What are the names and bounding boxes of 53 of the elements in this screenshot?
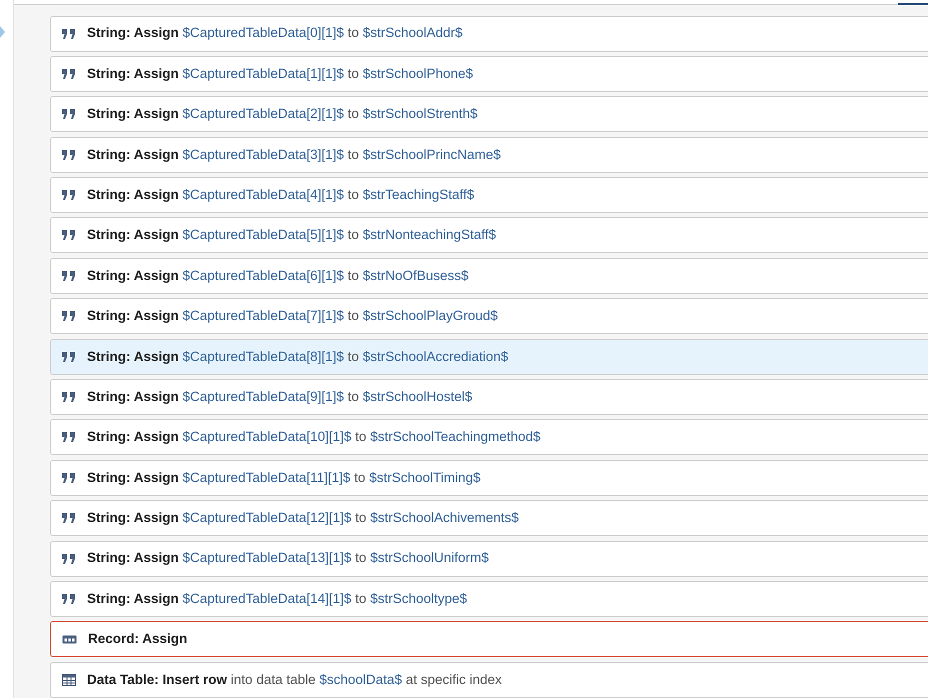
quote-icon: [62, 513, 76, 524]
step-text: String: Assign $CapturedTableData[7][1]$ to $strSchoolPlayGroud$: [87, 307, 498, 326]
step-text: String: Assign $CapturedTableData[10][1]$ to $strSchoolTeachingmethod$: [87, 428, 541, 446]
action-step[interactable]: String: Assign $CapturedTableData[14][1]$ to $strSchooltype$: [50, 580, 928, 617]
quote-icon: [62, 311, 76, 322]
tab-indicator: [898, 3, 928, 5]
step-text: String: Assign $CapturedTableData[9][1]$ to $strSchoolHostel$: [87, 388, 472, 406]
quote-icon: [62, 554, 76, 564]
action-step[interactable]: String: Assign $CapturedTableData[2][1]$ to $strSchoolStrenth$: [50, 96, 928, 132]
action-step[interactable]: String: Assign $CapturedTableData[8][1]$ to $strSchoolAccrediation$: [50, 338, 928, 375]
step-text: String: Assign $CapturedTableData[11][1]$ to $strSchoolTiming$: [87, 468, 480, 487]
step-text: String: Assign $CapturedTableData[5][1]$ to $strNonteachingStaff$: [87, 226, 496, 244]
quote-icon: [62, 28, 76, 38]
step-text: String: Assign $CapturedTableData[2][1]$ to $strSchoolStrenth$: [87, 105, 478, 124]
quote-icon: [62, 190, 76, 200]
action-step[interactable]: String: Assign $CapturedTableData[9][1]$ to $strSchoolHostel$: [50, 379, 928, 416]
quote-icon: [62, 392, 76, 402]
step-text: Data Table: Insert row into data table $schoolData$ at specific index: [87, 670, 502, 689]
quote-icon: [62, 432, 76, 442]
step-text: String: Assign $CapturedTableData[8][1]$ to $strSchoolAccrediation$: [87, 348, 508, 366]
quote-icon: [62, 594, 76, 604]
action-step[interactable]: String: Assign $CapturedTableData[0][1]$ to $strSchoolAddr$: [50, 16, 928, 52]
quote-icon: [62, 270, 76, 281]
action-step[interactable]: String: Assign $CapturedTableData[1][1]$ to $strSchoolPhone$: [50, 56, 928, 92]
step-text: String: Assign $CapturedTableData[6][1]$ to $strNoOfBusess$: [87, 266, 468, 285]
quote-icon: [62, 68, 76, 79]
action-step[interactable]: String: Assign $CapturedTableData[7][1]$ to $strSchoolPlayGroud$: [50, 298, 928, 334]
action-step[interactable]: String: Assign $CapturedTableData[10][1]$ to $strSchoolTeachingmethod$: [50, 419, 928, 456]
action-step[interactable]: String: Assign $CapturedTableData[6][1]$ to $strNoOfBusess$: [50, 258, 928, 294]
action-step[interactable]: String: Assign $CapturedTableData[13][1]$ to $strSchoolUniform$: [50, 540, 928, 577]
action-step[interactable]: Record: Assign: [50, 621, 928, 658]
action-step[interactable]: String: Assign $CapturedTableData[11][1]$ to $strSchoolTiming$: [50, 460, 928, 496]
quote-icon: [62, 352, 76, 362]
step-text: String: Assign $CapturedTableData[1][1]$ to $strSchoolPhone$: [87, 64, 474, 83]
step-text: String: Assign $CapturedTableData[0][1]$ to $strSchoolAddr$: [87, 24, 463, 42]
action-step[interactable]: String: Assign $CapturedTableData[4][1]$ to $strTeachingStaff$: [50, 177, 928, 214]
step-text: String: Assign $CapturedTableData[12][1]$ to $strSchoolAchivements$: [87, 509, 519, 528]
record-icon: [62, 634, 77, 644]
step-text: String: Assign $CapturedTableData[13][1]$ to $strSchoolUniform$: [87, 549, 489, 568]
expand-arrow-icon[interactable]: [0, 26, 5, 38]
quote-icon: [62, 230, 76, 240]
action-step[interactable]: String: Assign $CapturedTableData[12][1]$ to $strSchoolAchivements$: [50, 500, 928, 536]
quote-icon: [62, 109, 76, 120]
table-icon: [62, 674, 76, 686]
step-text: String: Assign $CapturedTableData[3][1]$ to $strSchoolPrincName$: [87, 146, 501, 164]
step-text: String: Assign $CapturedTableData[4][1]$ to $strTeachingStaff$: [87, 186, 474, 204]
action-step[interactable]: String: Assign $CapturedTableData[3][1]$ to $strSchoolPrincName$: [50, 136, 928, 173]
quote-icon: [62, 150, 76, 160]
step-text: Record: Assign: [88, 630, 188, 648]
step-text: String: Assign $CapturedTableData[14][1]$ to $strSchooltype$: [87, 590, 468, 608]
action-step[interactable]: Data Table: Insert row into data table $schoolData$ at specific index: [50, 662, 928, 698]
action-step[interactable]: String: Assign $CapturedTableData[5][1]$ to $strNonteachingStaff$: [50, 217, 928, 254]
quote-icon: [62, 472, 76, 483]
